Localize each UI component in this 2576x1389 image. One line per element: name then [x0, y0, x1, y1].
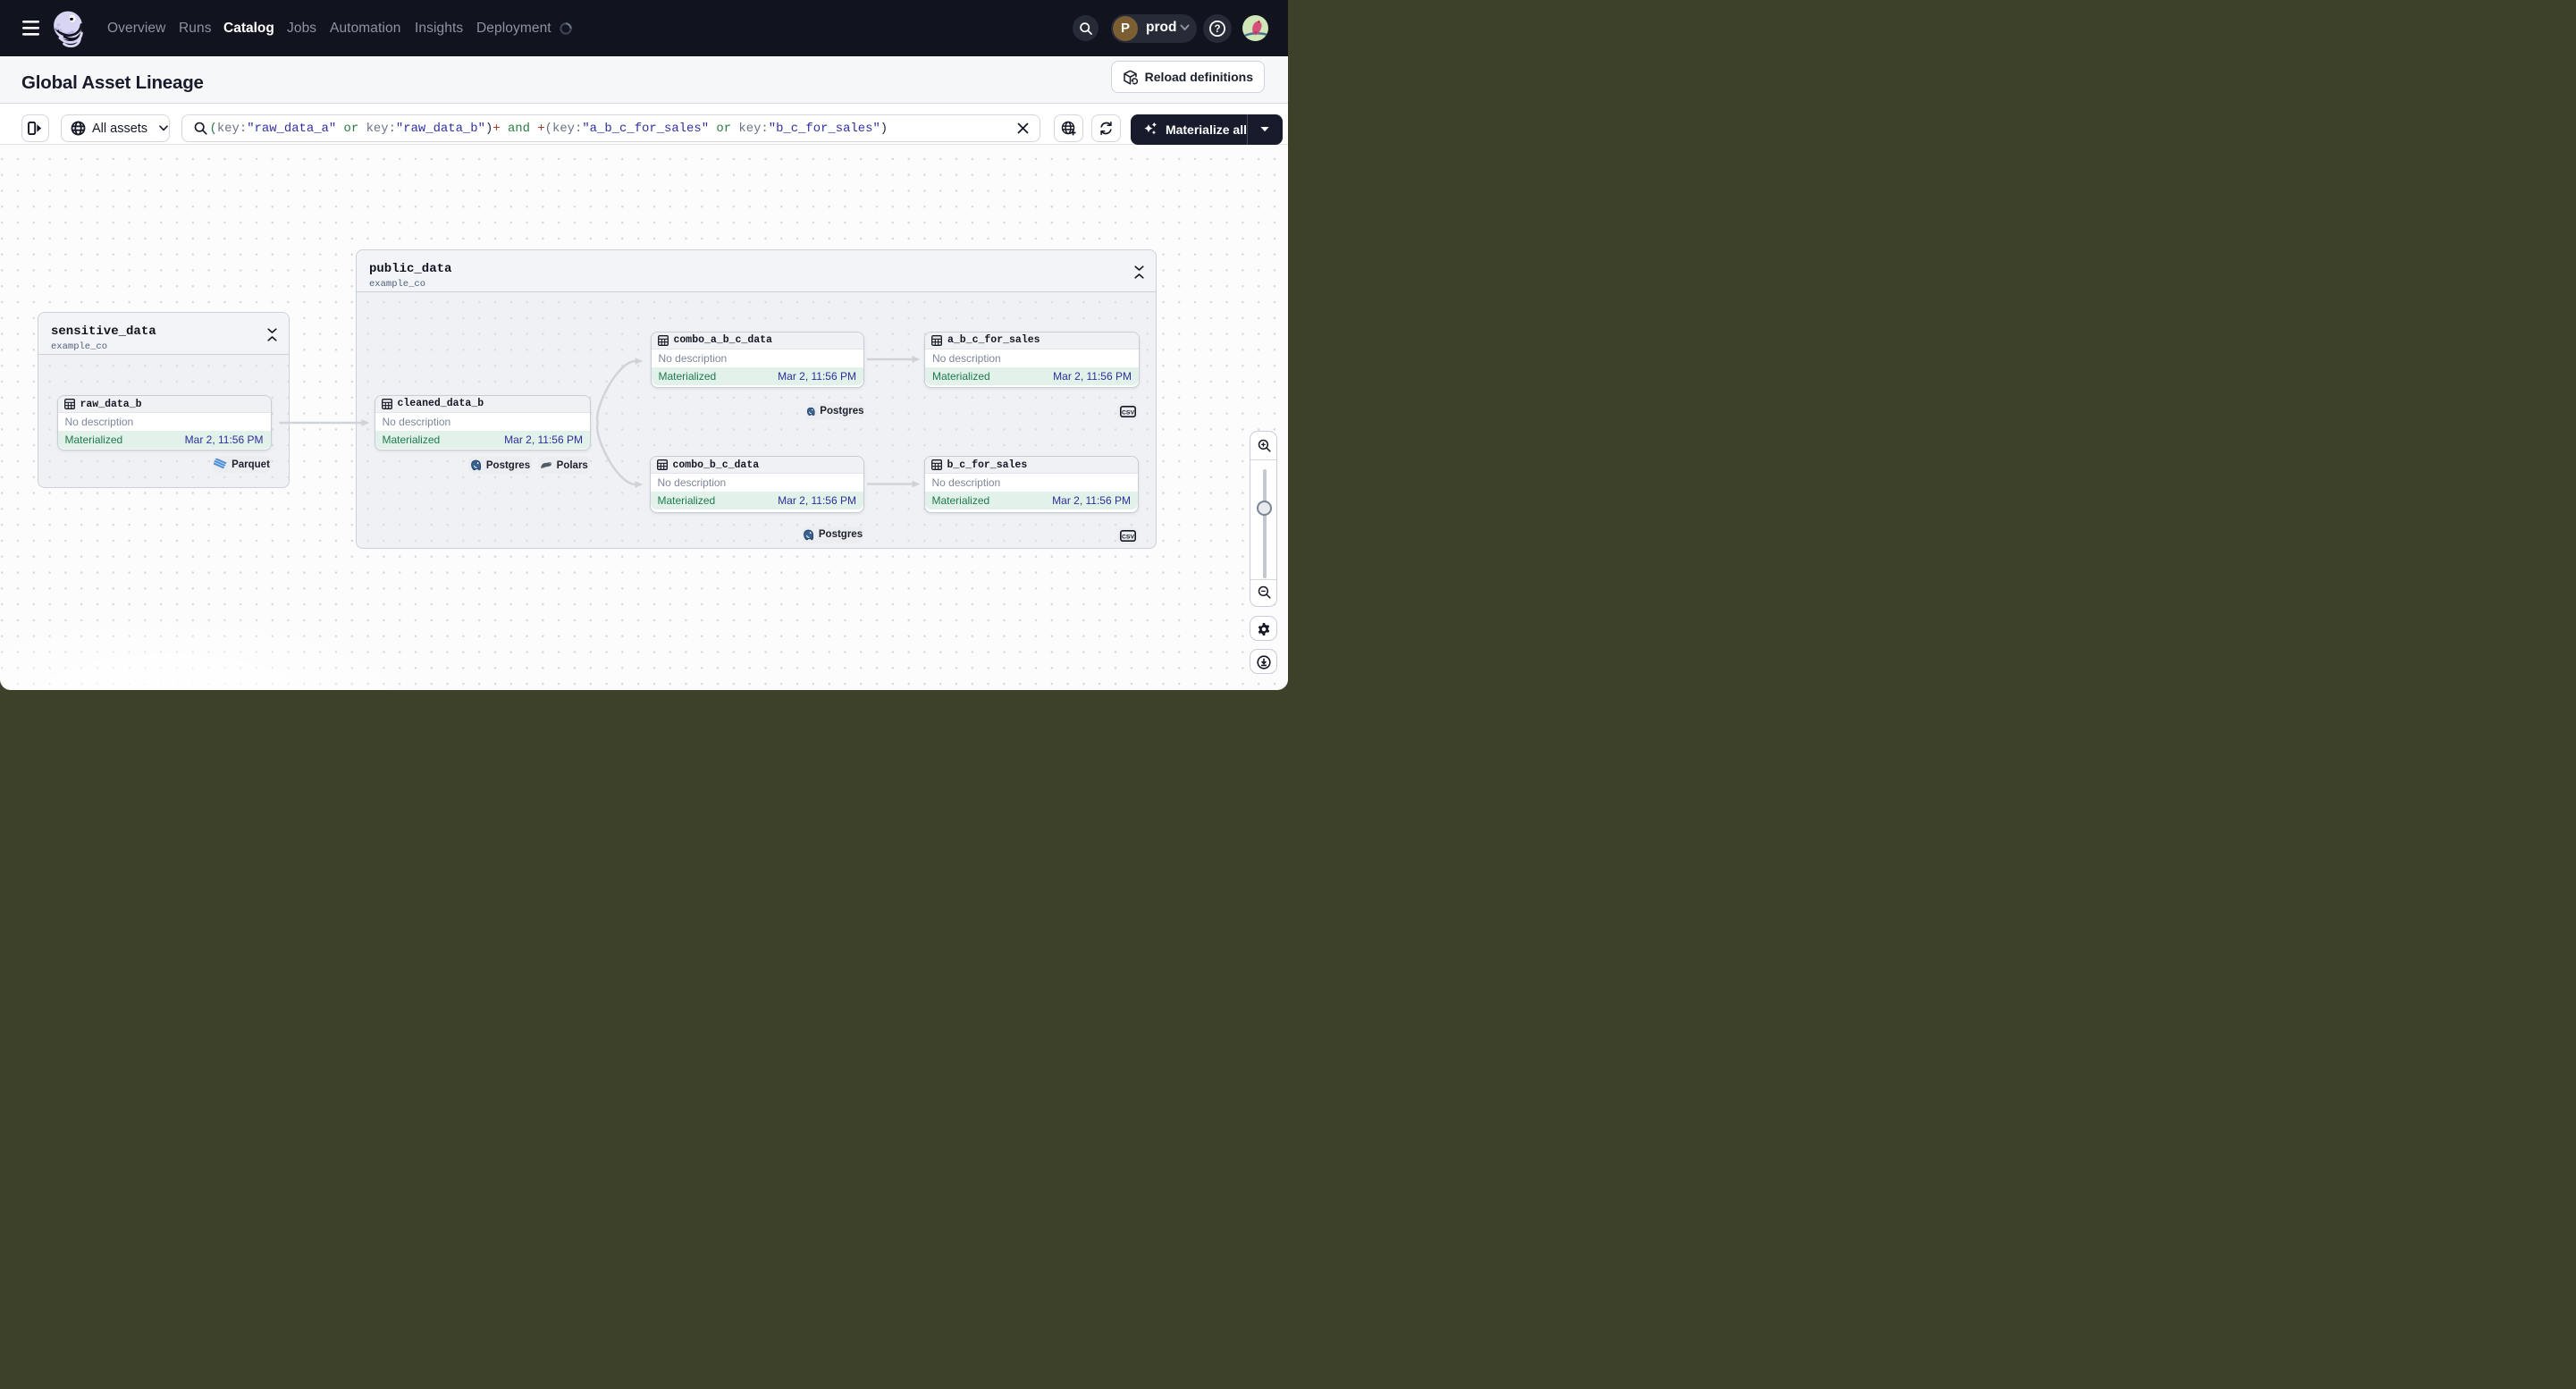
svg-text:CSV: CSV: [1122, 535, 1134, 541]
svg-text:?: ?: [1214, 24, 1220, 35]
svg-text:CSV: CSV: [1122, 409, 1134, 416]
